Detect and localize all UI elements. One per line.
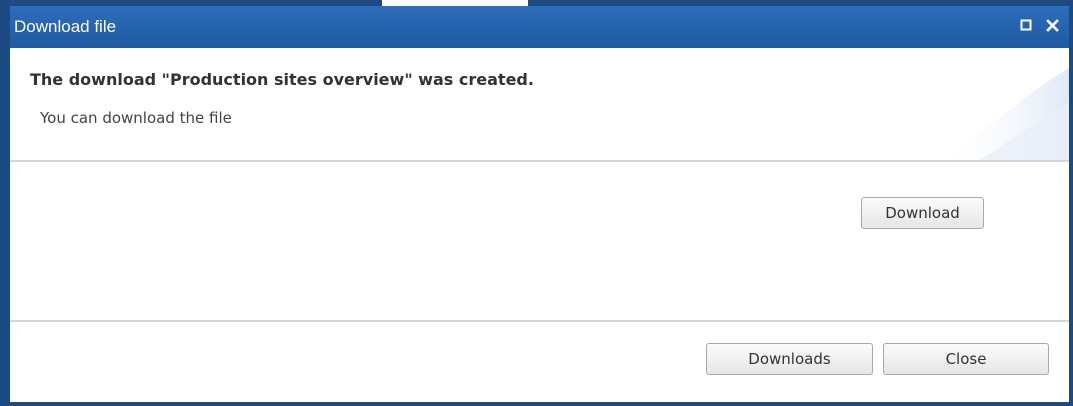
download-button[interactable]: Download (861, 197, 984, 229)
close-icon[interactable] (1043, 16, 1061, 34)
window-controls (1017, 16, 1061, 34)
dialog-footer: Downloads Close (10, 322, 1069, 402)
dialog-subtext: You can download the file (40, 109, 232, 127)
header-decoration (939, 68, 1069, 160)
dialog-heading: The download "Production sites overview"… (30, 70, 534, 89)
close-button[interactable]: Close (883, 343, 1049, 375)
downloads-button[interactable]: Downloads (706, 343, 873, 375)
maximize-icon[interactable] (1017, 16, 1035, 34)
dialog-titlebar[interactable]: Download file (10, 6, 1069, 48)
dialog-title: Download file (14, 17, 117, 36)
dialog-content: Download (10, 162, 1069, 320)
download-file-dialog: Download file The download "Production s… (0, 6, 1073, 406)
dialog-header: The download "Production sites overview"… (10, 48, 1069, 160)
